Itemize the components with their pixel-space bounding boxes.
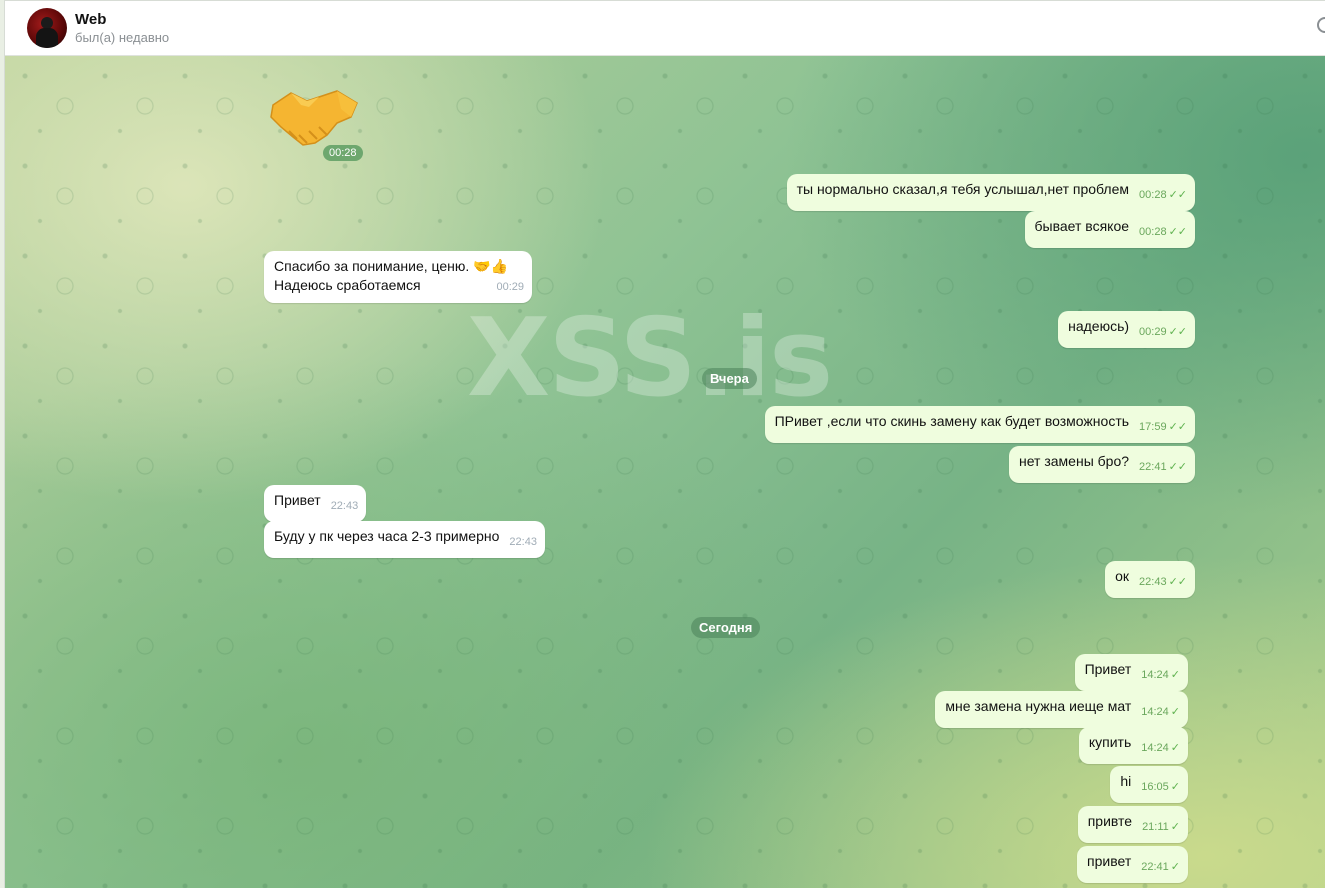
chat-window: Web был(а) недавно XSS.is 00:28 ты норма… xyxy=(4,0,1325,888)
message-bubble[interactable]: Буду у пк через часа 2-3 примерно 22:43 xyxy=(264,521,545,558)
message-time: 22:43 xyxy=(1139,576,1167,588)
check-icon: ✓ xyxy=(1170,669,1180,681)
check-icon: ✓ xyxy=(1170,861,1180,873)
message-meta: 14:24 ✓ xyxy=(1141,666,1180,685)
message-text: Привет xyxy=(1084,661,1132,677)
chat-header-info[interactable]: Web был(а) недавно xyxy=(75,10,169,46)
message-time: 17:59 xyxy=(1139,421,1167,433)
message-time: 22:43 xyxy=(509,536,537,548)
message-bubble[interactable]: ПРивет ,если что скинь замену как будет … xyxy=(764,406,1195,443)
message-bubble[interactable]: бывает всякое 00:28 ✓✓ xyxy=(1024,211,1195,248)
message-bubble[interactable]: Привет 22:43 xyxy=(264,485,367,522)
message-list[interactable]: XSS.is 00:28 ты нормально сказал,я тебя … xyxy=(5,56,1325,888)
message-text: нет замены бро? xyxy=(1019,453,1130,469)
check-icon: ✓ xyxy=(1170,706,1180,718)
message-time: 14:24 xyxy=(1141,669,1169,681)
message-time: 14:24 xyxy=(1141,742,1169,754)
check-icon: ✓ xyxy=(1170,821,1180,833)
message-text: привте xyxy=(1087,813,1133,829)
message-time: 00:28 xyxy=(1139,189,1167,201)
message-meta: 22:41 ✓ xyxy=(1141,858,1180,877)
message-bubble[interactable]: hi 16:05 ✓ xyxy=(1110,766,1188,803)
message-meta: 22:41 ✓✓ xyxy=(1139,458,1187,477)
double-check-icon: ✓✓ xyxy=(1168,421,1187,433)
message-time: 22:41 xyxy=(1141,861,1169,873)
check-icon: ✓ xyxy=(1170,781,1180,793)
message-bubble[interactable]: ок 22:43 ✓✓ xyxy=(1105,561,1195,598)
message-text-line2: Надеюсь сработаемся xyxy=(274,277,421,293)
avatar[interactable] xyxy=(27,8,67,48)
search-icon[interactable] xyxy=(1317,17,1325,33)
message-text: Привет xyxy=(274,492,321,508)
handshake-icon[interactable] xyxy=(267,83,363,153)
date-separator-today: Сегодня xyxy=(691,617,761,638)
message-bubble[interactable]: надеюсь) 00:29 ✓✓ xyxy=(1058,311,1195,348)
message-bubble[interactable]: купить 14:24 ✓ xyxy=(1078,727,1188,764)
message-time: 22:41 xyxy=(1139,461,1167,473)
chat-header[interactable]: Web был(а) недавно xyxy=(5,1,1325,56)
message-meta: 14:24 ✓ xyxy=(1141,703,1180,722)
double-check-icon: ✓✓ xyxy=(1168,576,1187,588)
message-bubble[interactable]: Привет 14:24 ✓ xyxy=(1074,654,1188,691)
message-meta: 21:11 ✓ xyxy=(1142,818,1180,837)
message-time: 21:11 xyxy=(1142,821,1169,833)
message-text: купить xyxy=(1088,734,1132,750)
chat-title: Web xyxy=(75,11,107,28)
message-bubble[interactable]: привет 22:41 ✓ xyxy=(1077,846,1188,883)
message-meta: 00:29 ✓✓ xyxy=(1139,323,1187,342)
message-text: ты нормально сказал,я тебя услышал,нет п… xyxy=(796,181,1130,197)
message-text: ок xyxy=(1115,568,1130,584)
message-bubble[interactable]: ты нормально сказал,я тебя услышал,нет п… xyxy=(786,174,1195,211)
message-meta: 22:43 ✓✓ xyxy=(1139,573,1187,592)
sticker-time: 00:28 xyxy=(323,145,363,161)
chat-status: был(а) недавно xyxy=(75,30,170,45)
message-text: бывает всякое xyxy=(1034,218,1130,234)
message-meta: 17:59 ✓✓ xyxy=(1139,418,1187,437)
check-icon: ✓ xyxy=(1170,742,1180,754)
double-check-icon: ✓✓ xyxy=(1168,326,1187,338)
message-time: 22:43 xyxy=(330,500,359,512)
message-text: привет xyxy=(1087,853,1132,869)
message-time: 00:29 xyxy=(496,281,524,293)
message-meta: 14:24 ✓ xyxy=(1141,739,1180,758)
message-bubble[interactable]: привте 21:11 ✓ xyxy=(1077,806,1188,843)
date-separator-yesterday: Вчера xyxy=(702,368,757,389)
message-time: 14:24 xyxy=(1141,706,1169,718)
message-meta: 16:05 ✓ xyxy=(1141,778,1180,797)
message-bubble[interactable]: Спасибо за понимание, ценю. 🤝👍 Надеюсь с… xyxy=(264,251,532,303)
message-text: мне замена нужна иеще мат xyxy=(945,698,1132,714)
message-text: Буду у пк через часа 2-3 примерно xyxy=(274,528,500,544)
double-check-icon: ✓✓ xyxy=(1168,226,1187,238)
message-text: Спасибо за понимание, ценю. 🤝👍 xyxy=(274,258,509,274)
message-text: надеюсь) xyxy=(1068,318,1130,334)
message-meta: 00:28 ✓✓ xyxy=(1139,186,1187,205)
double-check-icon: ✓✓ xyxy=(1168,189,1187,201)
message-time: 16:05 xyxy=(1141,781,1169,793)
message-time: 00:29 xyxy=(1139,326,1167,338)
message-bubble[interactable]: мне замена нужна иеще мат 14:24 ✓ xyxy=(935,691,1188,728)
message-text: ПРивет ,если что скинь замену как будет … xyxy=(774,413,1130,429)
message-text: hi xyxy=(1120,773,1132,789)
message-meta: 00:28 ✓✓ xyxy=(1139,223,1187,242)
message-time: 00:28 xyxy=(1139,226,1167,238)
double-check-icon: ✓✓ xyxy=(1168,461,1187,473)
message-bubble[interactable]: нет замены бро? 22:41 ✓✓ xyxy=(1009,446,1195,483)
